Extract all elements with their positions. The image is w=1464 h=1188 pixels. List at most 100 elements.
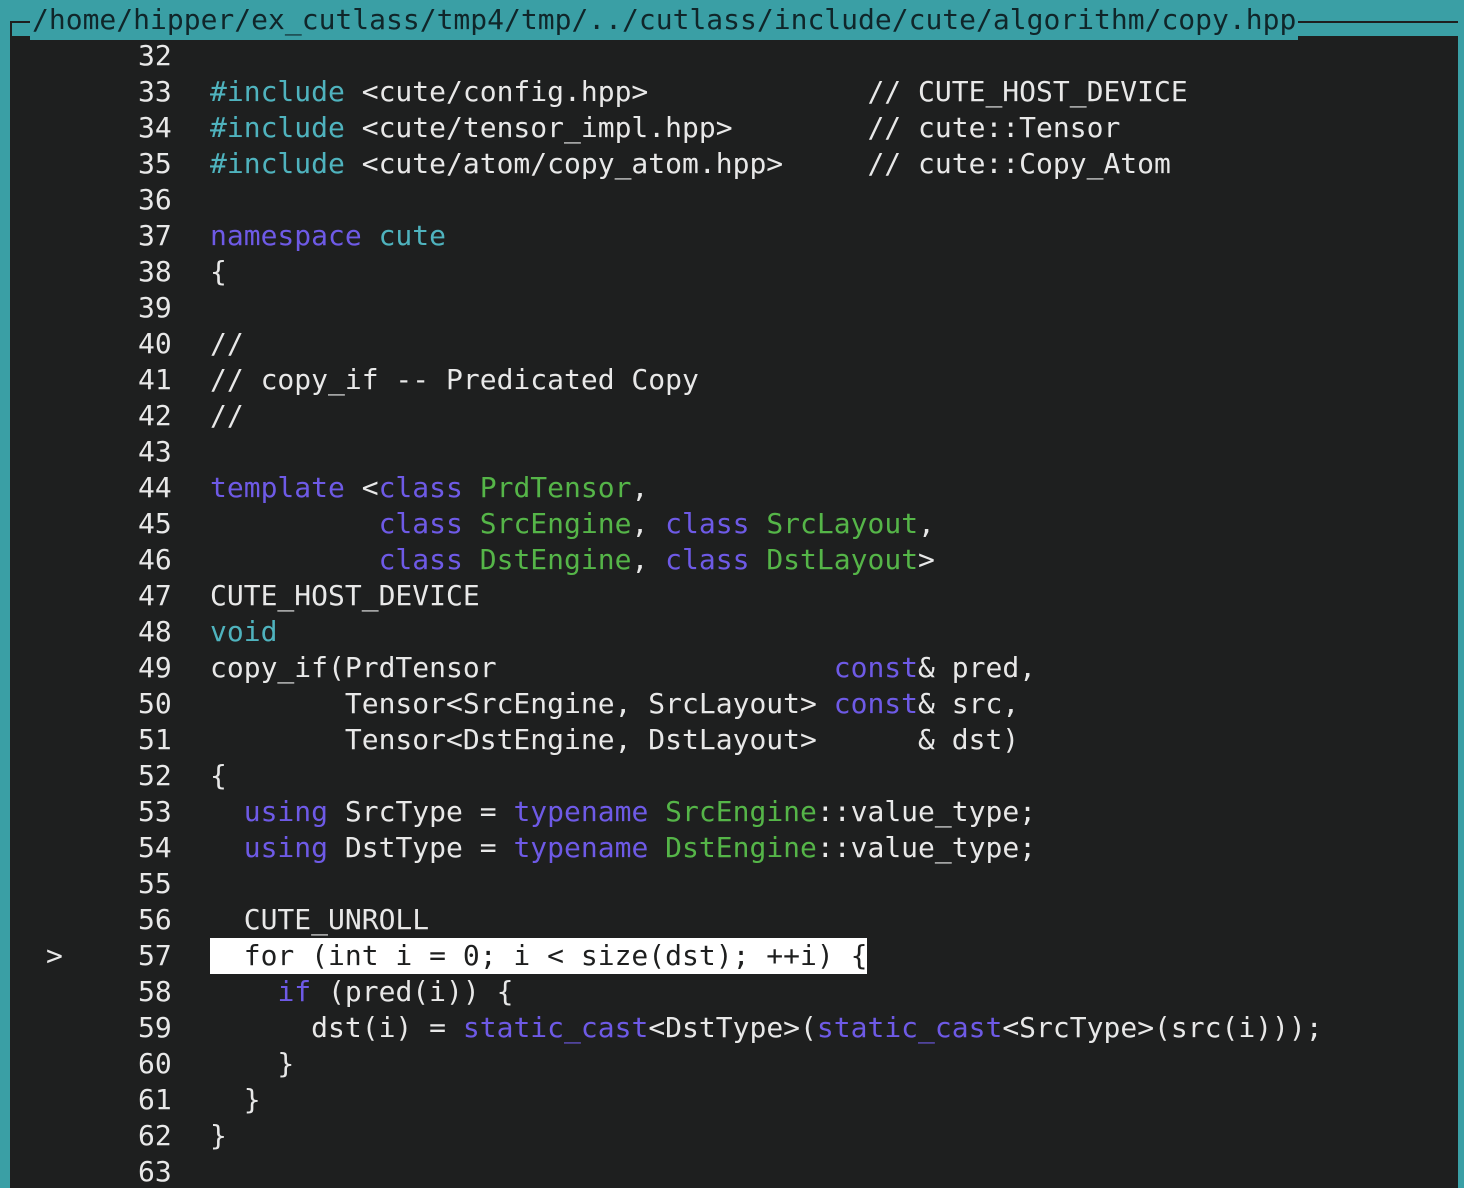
code-token: DstEngine	[665, 831, 817, 864]
code-token: ,	[918, 507, 935, 540]
line-code: copy_if(PrdTensor const& pred,	[210, 650, 1036, 686]
code-token: <cute/tensor_impl.hpp> // cute::Tensor	[344, 111, 1121, 144]
code-line[interactable]: 51 Tensor<DstEngine, DstLayout> & dst)	[0, 722, 1458, 758]
code-token: #include	[210, 75, 345, 108]
code-token: #include	[210, 111, 345, 144]
code-line[interactable]: 60 }	[0, 1046, 1458, 1082]
source-window: /home/hipper/ex_cutlass/tmp4/tmp/../cutl…	[0, 0, 1464, 1188]
code-line[interactable]: 46 class DstEngine, class DstLayout>	[0, 542, 1458, 578]
code-token: (pred(i)) {	[311, 975, 514, 1008]
code-line[interactable]: 47 CUTE_HOST_DEVICE	[0, 578, 1458, 614]
code-token: class	[665, 507, 750, 540]
code-line[interactable]: 54 using DstType = typename DstEngine::v…	[0, 830, 1458, 866]
line-number: 32	[138, 39, 172, 72]
line-number: 40	[138, 327, 172, 360]
line-code: Tensor<SrcEngine, SrcLayout> const& src,	[210, 686, 1019, 722]
code-line[interactable]: 35 #include <cute/atom/copy_atom.hpp> // …	[0, 146, 1458, 182]
line-number: 62	[138, 1119, 172, 1152]
code-token: CUTE_HOST_DEVICE	[210, 579, 480, 612]
code-listing[interactable]: 32 33 #include <cute/config.hpp> // CUTE_H…	[0, 38, 1458, 1188]
code-token: <cute/atom/copy_atom.hpp> // cute::Copy_…	[344, 147, 1171, 180]
code-line[interactable]: 62}	[0, 1118, 1458, 1154]
line-code: dst(i) = static_cast<DstType>(static_cas…	[210, 1010, 1323, 1046]
line-number: 39	[138, 291, 172, 324]
code-line[interactable]: 56 CUTE_UNROLL	[0, 902, 1458, 938]
code-token: static_cast	[462, 1011, 649, 1044]
code-line[interactable]: 53 using SrcType = typename SrcEngine::v…	[0, 794, 1458, 830]
code-token: class	[665, 543, 750, 576]
code-token: & pred,	[918, 651, 1037, 684]
code-line[interactable]: 42 //	[0, 398, 1458, 434]
code-token: }	[210, 1047, 295, 1080]
code-line[interactable]: 58 if (pred(i)) {	[0, 974, 1458, 1010]
code-line[interactable]: 48 void	[0, 614, 1458, 650]
code-line[interactable]: 39	[0, 290, 1458, 326]
code-line[interactable]: 33 #include <cute/config.hpp> // CUTE_HOS…	[0, 74, 1458, 110]
code-token: class	[378, 507, 463, 540]
code-token: using	[243, 795, 329, 828]
code-line[interactable]: 59 dst(i) = static_cast<DstType>(static_…	[0, 1010, 1458, 1046]
code-line[interactable]: 43	[0, 434, 1458, 470]
line-number: 47	[138, 579, 172, 612]
line-number: 48	[138, 615, 172, 648]
code-line[interactable]: 44 template <class PrdTensor,	[0, 470, 1458, 506]
line-number: 41	[138, 363, 172, 396]
current-line-code: for (int i = 0; i < size(dst); ++i) {	[210, 938, 868, 974]
code-token: }	[210, 1119, 227, 1152]
code-token: {	[210, 255, 227, 288]
code-token: SrcEngine	[479, 507, 632, 540]
line-number: 45	[138, 507, 172, 540]
code-line[interactable]: 50 Tensor<SrcEngine, SrcLayout> const& s…	[0, 686, 1458, 722]
code-token: dst(i) =	[210, 1011, 463, 1044]
code-token: typename	[513, 795, 649, 828]
code-line[interactable]: 45 class SrcEngine, class SrcLayout,	[0, 506, 1458, 542]
code-token: template	[210, 471, 345, 504]
code-line[interactable]: 49 copy_if(PrdTensor const& pred,	[0, 650, 1458, 686]
line-code: {	[210, 758, 227, 794]
code-token: using	[243, 831, 329, 864]
code-line[interactable]: 40 //	[0, 326, 1458, 362]
code-token: <DstType>(	[648, 1011, 817, 1044]
line-number: 49	[138, 651, 172, 684]
line-code: class DstEngine, class DstLayout>	[210, 542, 935, 578]
line-code: namespace cute	[210, 218, 446, 254]
code-line[interactable]: 37 namespace cute	[0, 218, 1458, 254]
code-token: PrdTensor	[479, 471, 632, 504]
line-code: CUTE_HOST_DEVICE	[210, 578, 480, 614]
current-line-marker: >	[46, 939, 63, 972]
code-line[interactable]: 34 #include <cute/tensor_impl.hpp> // cut…	[0, 110, 1458, 146]
line-number: 61	[138, 1083, 172, 1116]
code-token: namespace	[210, 219, 362, 252]
code-token: static_cast	[816, 1011, 1003, 1044]
line-code: CUTE_UNROLL	[210, 902, 429, 938]
code-token: Tensor<DstEngine, DstLayout> & dst)	[210, 723, 1020, 756]
code-token: <SrcType>(src(i)));	[1002, 1011, 1323, 1044]
code-line[interactable]: 38 {	[0, 254, 1458, 290]
code-line[interactable]: >57 for (int i = 0; i < size(dst); ++i) …	[0, 938, 1458, 974]
line-number: 38	[138, 255, 172, 288]
code-line[interactable]: 41 // copy_if -- Predicated Copy	[0, 362, 1458, 398]
line-code: class SrcEngine, class SrcLayout,	[210, 506, 935, 542]
line-code: using DstType = typename DstEngine::valu…	[210, 830, 1036, 866]
line-number: 63	[138, 1155, 172, 1188]
code-token: //	[210, 327, 244, 360]
code-line[interactable]: 32	[0, 38, 1458, 74]
code-line[interactable]: 63	[0, 1154, 1458, 1188]
code-line[interactable]: 36	[0, 182, 1458, 218]
code-token: ::value_type;	[816, 795, 1037, 828]
code-line[interactable]: 55	[0, 866, 1458, 902]
code-token: void	[210, 615, 278, 648]
code-token: SrcEngine	[665, 795, 817, 828]
code-line[interactable]: 52 {	[0, 758, 1458, 794]
line-code: //	[210, 326, 244, 362]
line-code: #include <cute/tensor_impl.hpp> // cute:…	[210, 110, 1120, 146]
line-number: 59	[138, 1011, 172, 1044]
code-line[interactable]: 61 }	[0, 1082, 1458, 1118]
